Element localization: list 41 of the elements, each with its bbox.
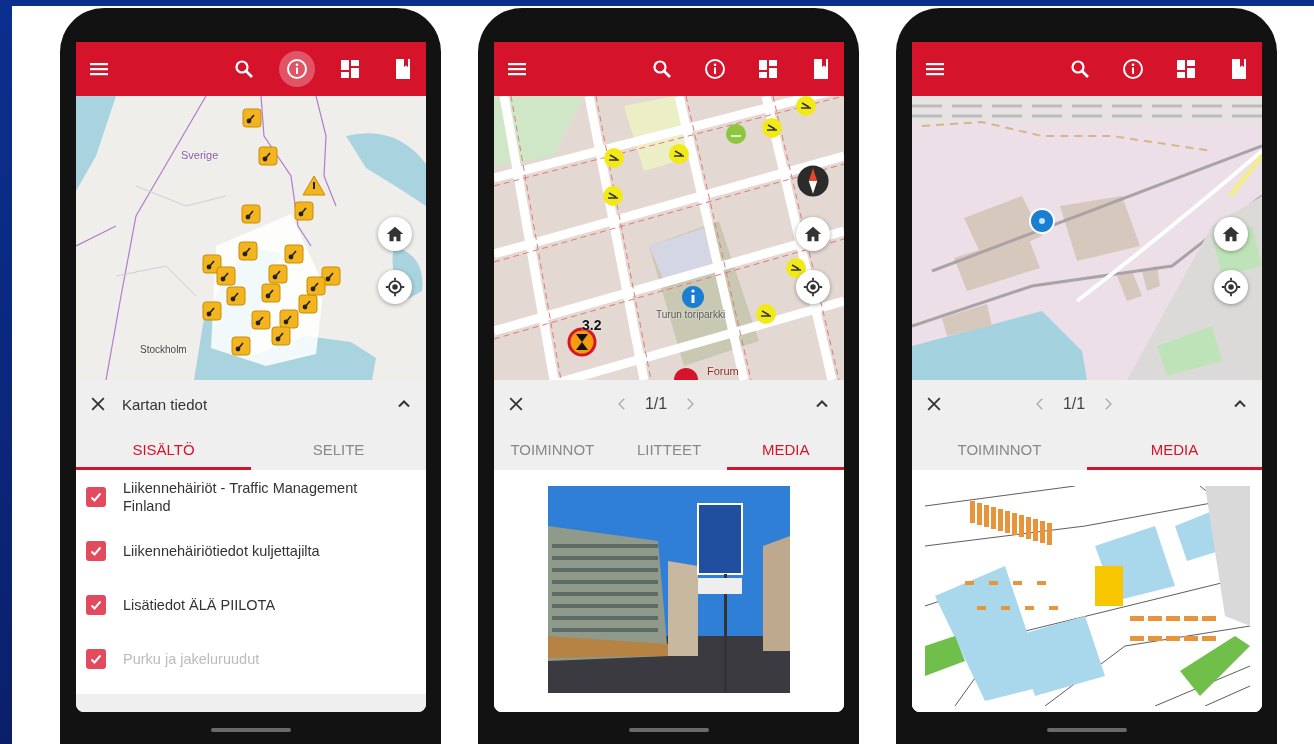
tab[interactable]: LIITTEET (610, 428, 728, 470)
tab[interactable]: TOIMINNOT (494, 428, 611, 470)
map-label: Turun toriparkki (656, 310, 726, 320)
map-label: 3.2 (582, 318, 602, 332)
map-label: Stockholm (140, 345, 187, 355)
map-marker-icon[interactable] (726, 124, 746, 144)
map-drawing[interactable] (494, 96, 844, 380)
locate-icon[interactable] (1220, 276, 1242, 298)
info-button[interactable] (279, 51, 315, 87)
layer-label: Liikennehäiriötiedot kuljettajilta (123, 541, 320, 561)
map-marker-icon[interactable] (796, 96, 816, 116)
map-marker-icon[interactable] (756, 304, 776, 324)
checkbox[interactable] (86, 487, 106, 507)
panel-title: Kartan tiedot (122, 395, 208, 413)
locate-icon[interactable] (384, 276, 406, 298)
info-icon[interactable] (1121, 57, 1145, 81)
locate-icon[interactable] (802, 276, 824, 298)
info-marker-icon[interactable] (682, 286, 704, 308)
layer-label: Liikennehäiriöt - Traffic Management Finland (123, 478, 359, 516)
map-label: Forum (707, 366, 739, 377)
page-counter: 1/1 (1062, 395, 1086, 413)
tab[interactable]: SELITE (251, 428, 426, 470)
map-marker-icon[interactable] (786, 258, 806, 278)
map-marker-icon[interactable] (674, 368, 698, 380)
map-marker-icon[interactable] (669, 144, 689, 164)
layer-label: Lisätiedot ÄLÄ PIILOTA (123, 595, 276, 615)
checkbox[interactable] (86, 541, 106, 561)
info-icon[interactable] (703, 57, 727, 81)
layer-label: Purku ja jakeluruudut (123, 649, 260, 669)
info-icon[interactable] (285, 57, 309, 81)
tab[interactable]: TOIMINNOT (912, 428, 1087, 470)
map-marker-icon[interactable] (762, 118, 782, 138)
compass-icon[interactable] (796, 164, 830, 198)
map-label: Sverige (181, 150, 219, 161)
map-marker-icon[interactable] (604, 148, 624, 168)
checkbox[interactable] (86, 595, 106, 615)
grid-icon[interactable] (756, 57, 780, 81)
map-marker-icon[interactable] (603, 186, 623, 206)
grid-icon[interactable] (338, 57, 362, 81)
grid-icon[interactable] (1174, 57, 1198, 81)
page-counter: 1/1 (644, 395, 668, 413)
